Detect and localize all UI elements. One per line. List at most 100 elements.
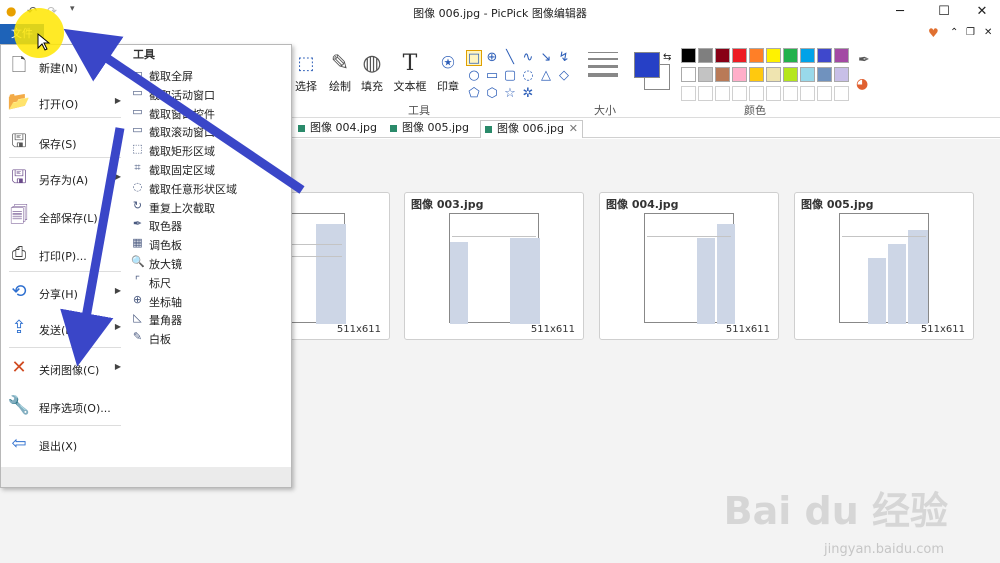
diamond-icon[interactable]: ◇ bbox=[556, 68, 572, 84]
pentagon-icon[interactable]: ⬠ bbox=[466, 86, 482, 102]
tool-item-label: 截取活动窗口 bbox=[149, 88, 215, 102]
custom-swatch[interactable] bbox=[834, 86, 849, 101]
palette-swatch[interactable] bbox=[800, 48, 815, 63]
custom-swatch[interactable] bbox=[732, 86, 747, 101]
custom-swatch[interactable] bbox=[783, 86, 798, 101]
line-icon[interactable]: ╲ bbox=[502, 50, 518, 66]
palette-swatch[interactable] bbox=[749, 48, 764, 63]
menu-separator bbox=[9, 271, 121, 272]
ribbon-tab-row: ♥ ⌃ ❐ ✕ bbox=[0, 24, 1000, 44]
triangle-icon[interactable]: △ bbox=[538, 68, 554, 84]
palette-swatch[interactable] bbox=[817, 67, 832, 82]
palette-swatch[interactable] bbox=[783, 48, 798, 63]
palette-swatch[interactable] bbox=[834, 67, 849, 82]
thumbnail-card[interactable]: 图像 003.jpg 511x611 bbox=[404, 192, 584, 340]
ellipse-icon[interactable]: ○ bbox=[466, 68, 482, 84]
burst-icon[interactable]: ✲ bbox=[520, 86, 536, 102]
palette-swatch[interactable] bbox=[834, 48, 849, 63]
minimize-button[interactable]: ─ bbox=[880, 0, 920, 24]
palette-swatch[interactable] bbox=[800, 67, 815, 82]
primary-color-swatch[interactable] bbox=[634, 52, 660, 78]
custom-swatch[interactable] bbox=[800, 86, 815, 101]
palette-swatch[interactable] bbox=[783, 67, 798, 82]
file-menu-item[interactable]: 🗋 新建(N) bbox=[1, 49, 127, 83]
file-menu-item[interactable]: 📂 打开(O) ▶ bbox=[1, 85, 127, 119]
image-tab-icon bbox=[485, 126, 492, 133]
menu-separator bbox=[9, 117, 121, 118]
palette-swatch[interactable] bbox=[732, 67, 747, 82]
thumbnail-card[interactable]: 图像 005.jpg 511x611 bbox=[794, 192, 974, 340]
custom-swatch[interactable] bbox=[817, 86, 832, 101]
bucket-icon: ◍ bbox=[362, 51, 382, 76]
curve-icon[interactable]: ∿ bbox=[520, 50, 536, 66]
file-menu-item[interactable]: ⇪ 发送(D) ▶ bbox=[1, 311, 127, 345]
file-menu-item[interactable]: 🗐 全部保存(L)... bbox=[1, 199, 127, 233]
tool-icon: ⌜ bbox=[134, 273, 141, 287]
close-doc-icon[interactable]: ✕ bbox=[984, 27, 992, 38]
plus-circle-icon[interactable]: ⊕ bbox=[484, 50, 500, 66]
textbox-button[interactable]: T 文本框 bbox=[392, 50, 428, 94]
palette-swatch[interactable] bbox=[715, 48, 730, 63]
tool-item-label: 截取滚动窗口 bbox=[149, 126, 215, 140]
custom-swatch[interactable] bbox=[681, 86, 696, 101]
eyedropper-icon[interactable]: ✒ bbox=[858, 52, 870, 68]
color-wheel-icon[interactable]: ◕ bbox=[856, 76, 868, 92]
maximize-button[interactable]: ☐ bbox=[924, 0, 964, 24]
palette-swatch[interactable] bbox=[766, 67, 781, 82]
palette-swatch[interactable] bbox=[698, 48, 713, 63]
select-button[interactable]: ⬚ 选择 bbox=[288, 50, 324, 94]
file-menu-item[interactable]: ⎙ 打印(P)... bbox=[1, 237, 127, 271]
file-menu-item[interactable]: 🖫 保存(S) bbox=[1, 125, 127, 159]
file-menu-item-label: 退出(X) bbox=[39, 440, 78, 453]
rectangle-icon[interactable]: ▭ bbox=[484, 68, 500, 84]
custom-swatch[interactable] bbox=[715, 86, 730, 101]
tab-image-005[interactable]: 图像 005.jpg bbox=[386, 120, 475, 138]
stamp-button[interactable]: ⍟ 印章 bbox=[430, 50, 466, 94]
tab-image-004[interactable]: 图像 004.jpg bbox=[294, 120, 383, 138]
file-menu-item[interactable]: 🔧 程序选项(O)... bbox=[1, 389, 127, 423]
custom-swatch[interactable] bbox=[766, 86, 781, 101]
palette-swatch[interactable] bbox=[766, 48, 781, 63]
rect-select-shape-icon[interactable]: □ bbox=[466, 50, 482, 66]
star-icon[interactable]: ☆ bbox=[502, 86, 518, 102]
fill-button[interactable]: ◍ 填充 bbox=[354, 50, 390, 94]
custom-swatch[interactable] bbox=[698, 86, 713, 101]
close-button[interactable]: ✕ bbox=[962, 0, 1000, 24]
palette-swatch[interactable] bbox=[715, 67, 730, 82]
tool-item-label: 标尺 bbox=[149, 276, 171, 290]
arrow-icon[interactable]: ↘ bbox=[538, 50, 554, 66]
draw-button[interactable]: ✎ 绘制 bbox=[322, 50, 358, 94]
close-tab-icon[interactable]: ✕ bbox=[569, 121, 578, 137]
hexagon-icon[interactable]: ⬡ bbox=[484, 86, 500, 102]
file-menu-item-label: 打开(O) bbox=[39, 98, 79, 111]
submenu-arrow-icon: ▶ bbox=[114, 322, 121, 331]
bent-arrow-icon[interactable]: ↯ bbox=[556, 50, 572, 66]
file-menu-item[interactable]: ✕ 关闭图像(C) ▶ bbox=[1, 351, 127, 385]
palette-swatch[interactable] bbox=[698, 67, 713, 82]
file-menu-item[interactable]: ⟲ 分享(H) ▶ bbox=[1, 275, 127, 309]
palette-swatch[interactable] bbox=[681, 67, 696, 82]
callout-icon[interactable]: ◌ bbox=[520, 68, 536, 84]
restore-doc-icon[interactable]: ❐ bbox=[966, 27, 975, 38]
palette-swatch[interactable] bbox=[749, 67, 764, 82]
palette-swatch[interactable] bbox=[817, 48, 832, 63]
file-menu-commands: 🗋 新建(N) 📂 打开(O) ▶ 🖫 保存(S) 🖫 另存为(A) ▶ 🗐 全部保存(L)... ⎙ 打… bbox=[1, 45, 127, 467]
palette-swatch[interactable] bbox=[681, 48, 696, 63]
custom-swatch[interactable] bbox=[749, 86, 764, 101]
tab-image-006[interactable]: 图像 006.jpg ✕ bbox=[480, 120, 584, 138]
tool-icon: ⬚ bbox=[132, 142, 143, 156]
save-icon: 🖫 bbox=[11, 131, 27, 152]
tool-icon: ✒ bbox=[132, 217, 143, 231]
file-menu-item[interactable]: 🖫 另存为(A) ▶ bbox=[1, 161, 127, 195]
line-size-picker[interactable] bbox=[588, 52, 618, 82]
ribbon-collapse-icon[interactable]: ⌃ bbox=[950, 27, 958, 38]
tool-icon: ▭ bbox=[132, 123, 143, 137]
heart-icon[interactable]: ♥ bbox=[928, 26, 939, 40]
rounded-rect-icon[interactable]: ▢ bbox=[502, 68, 518, 84]
file-menu-item-label: 新建(N) bbox=[39, 62, 78, 75]
file-menu-item[interactable]: ⇦ 退出(X) bbox=[1, 427, 127, 461]
palette-swatch[interactable] bbox=[732, 48, 747, 63]
swap-colors-icon[interactable]: ⇆ bbox=[663, 52, 671, 63]
file-menu-item-label: 分享(H) bbox=[39, 288, 78, 301]
thumbnail-card[interactable]: 图像 004.jpg 511x611 bbox=[599, 192, 779, 340]
